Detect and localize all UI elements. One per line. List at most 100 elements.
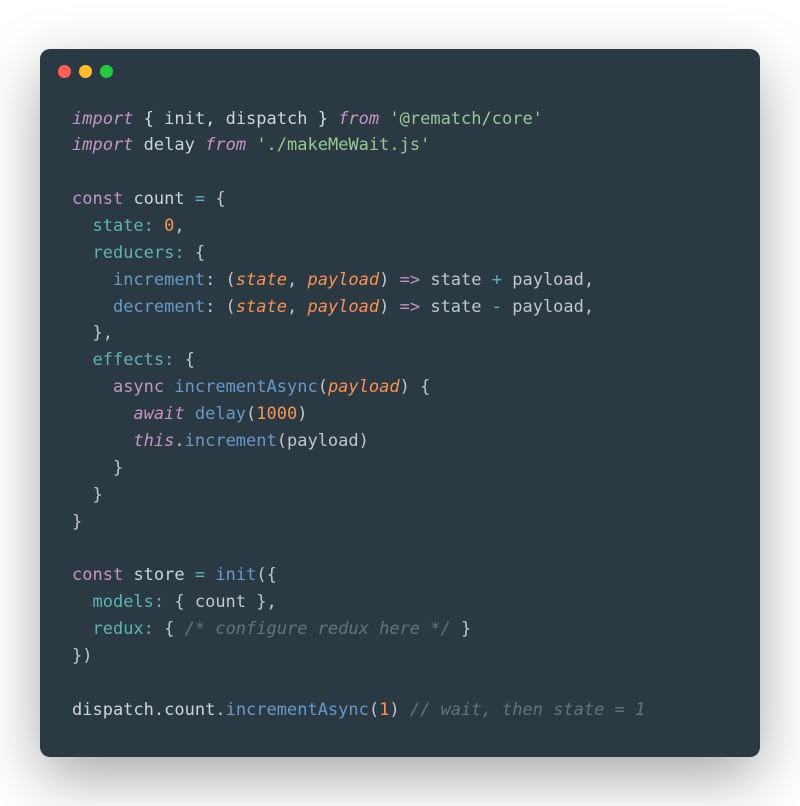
token-keyword: await [133, 404, 184, 424]
token: ) [297, 404, 307, 424]
token: } [72, 512, 82, 532]
token: } [72, 485, 103, 505]
token: }) [72, 646, 92, 666]
token: dispatch [72, 700, 154, 720]
token: { [154, 619, 185, 639]
token: payload, [502, 297, 594, 317]
token [164, 377, 174, 397]
token: . [174, 431, 184, 451]
token-fn: init [215, 565, 256, 585]
token: : ( [205, 270, 236, 290]
token: ) [379, 297, 399, 317]
token-comment: // wait, then state = 1 [410, 700, 645, 720]
token [379, 109, 389, 129]
token [72, 270, 113, 290]
token [154, 216, 164, 236]
token: } [72, 458, 123, 478]
token [72, 404, 133, 424]
token-op: - [492, 297, 502, 317]
token-keyword: from [205, 135, 246, 155]
token-param: state [236, 270, 287, 290]
token-op: + [492, 270, 502, 290]
minimize-icon[interactable] [79, 65, 92, 78]
token-arrow: => [400, 270, 420, 290]
token-param: state [236, 297, 287, 317]
token-fn: incrementAsync [226, 700, 369, 720]
token-fn: decrement [113, 297, 205, 317]
token: state [420, 270, 492, 290]
token-keyword: async [113, 377, 164, 397]
token [72, 592, 92, 612]
token-fn: incrementAsync [174, 377, 317, 397]
token: delay [144, 135, 195, 155]
token: count [164, 700, 215, 720]
token [195, 135, 205, 155]
token-param: payload [307, 297, 379, 317]
token: { [185, 243, 205, 263]
token [185, 565, 195, 585]
token: ) [389, 700, 409, 720]
token: }, [72, 323, 113, 343]
token-key: models: [92, 592, 164, 612]
token [185, 189, 195, 209]
code-window: import { init, dispatch } from '@rematch… [40, 49, 760, 758]
code-block: import { init, dispatch } from '@rematch… [40, 88, 760, 730]
token [123, 565, 133, 585]
token: , [287, 270, 307, 290]
token: { [133, 109, 164, 129]
token [72, 619, 92, 639]
token: , [287, 297, 307, 317]
token: payload, [502, 270, 594, 290]
token-param: payload [328, 377, 400, 397]
token: : ( [205, 297, 236, 317]
token-number: 1000 [256, 404, 297, 424]
token-op: = [195, 565, 205, 585]
token-op: = [195, 189, 205, 209]
token-keyword: const [72, 189, 123, 209]
token-arrow: => [400, 297, 420, 317]
token [72, 297, 113, 317]
token: ) [379, 270, 399, 290]
token: ( [246, 404, 256, 424]
token-fn: delay [195, 404, 246, 424]
token: { count }, [164, 592, 277, 612]
token: ( [318, 377, 328, 397]
token-keyword: import [72, 109, 133, 129]
token [72, 243, 92, 263]
token: dispatch [226, 109, 308, 129]
token: . [154, 700, 164, 720]
token-keyword: from [338, 109, 379, 129]
token: state [420, 297, 492, 317]
token [185, 404, 195, 424]
token: init [164, 109, 205, 129]
token-keyword: import [72, 135, 133, 155]
close-icon[interactable] [58, 65, 71, 78]
window-titlebar [40, 49, 760, 88]
token: ({ [256, 565, 276, 585]
token-key: state: [92, 216, 153, 236]
token-param: payload [307, 270, 379, 290]
token [72, 216, 92, 236]
token-key: redux: [92, 619, 153, 639]
token-keyword: this [133, 431, 174, 451]
token: { [174, 350, 194, 370]
token-string: './makeMeWait.js' [256, 135, 430, 155]
maximize-icon[interactable] [100, 65, 113, 78]
token [205, 565, 215, 585]
token [246, 135, 256, 155]
token-comment: /* configure redux here */ [185, 619, 451, 639]
token-number: 1 [379, 700, 389, 720]
token: } [451, 619, 471, 639]
token [72, 431, 133, 451]
token-fn: increment [113, 270, 205, 290]
token: , [174, 216, 184, 236]
token: store [133, 565, 184, 585]
token [123, 189, 133, 209]
token: ) { [400, 377, 431, 397]
token: { [205, 189, 225, 209]
token-key: effects: [92, 350, 174, 370]
token: (payload) [277, 431, 369, 451]
token: count [133, 189, 184, 209]
token [72, 350, 92, 370]
token: . [215, 700, 225, 720]
